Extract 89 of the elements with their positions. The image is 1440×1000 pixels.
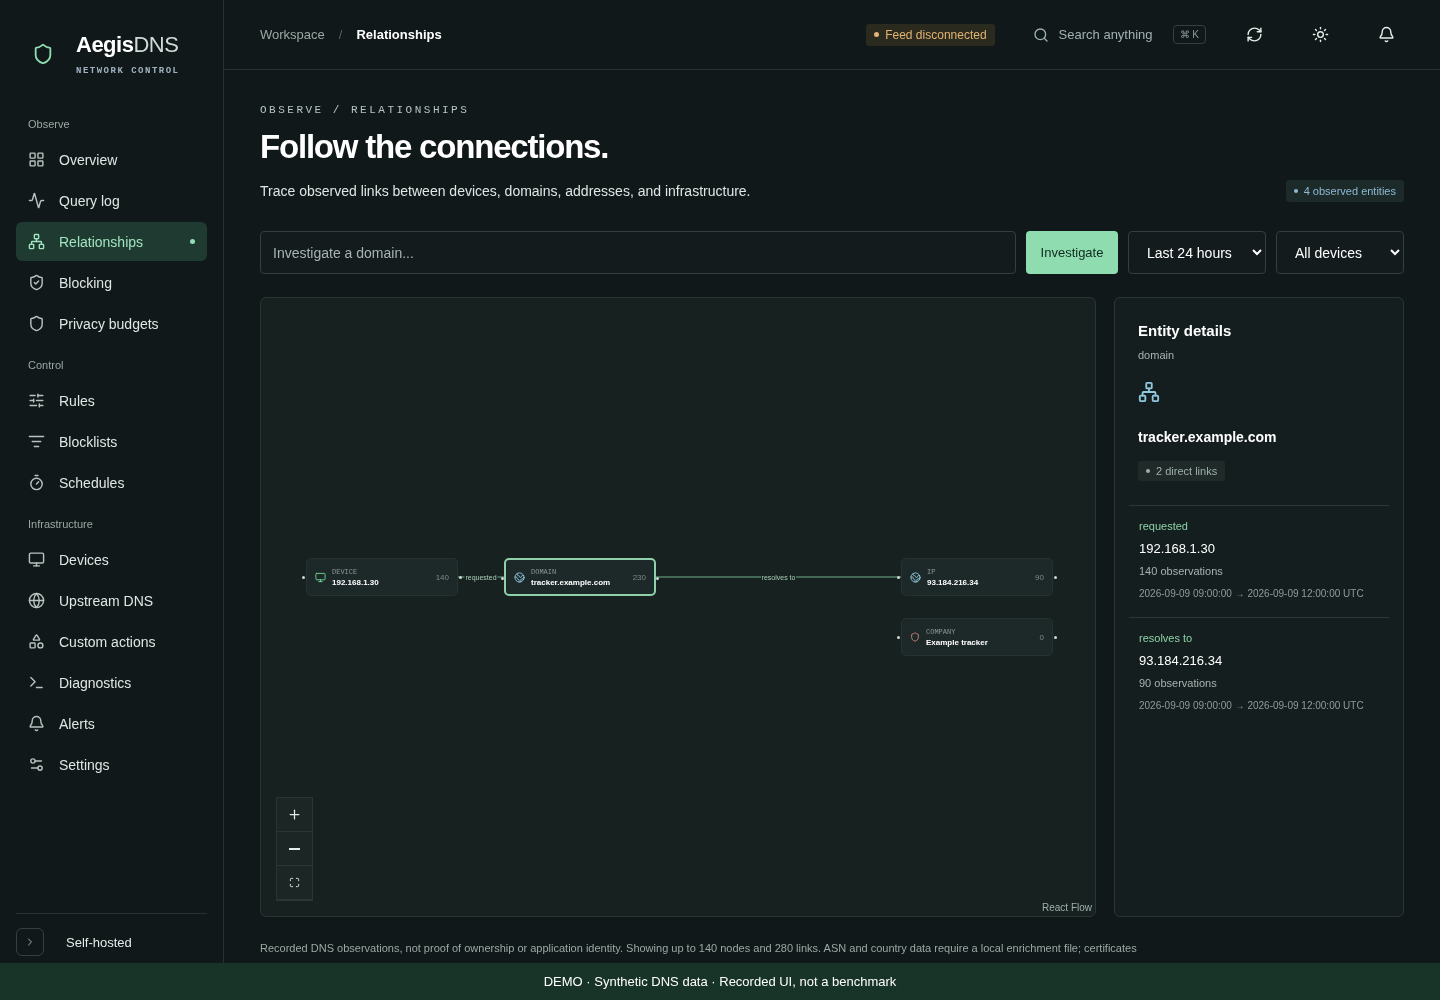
monitor-icon — [28, 551, 45, 568]
refresh-icon — [1245, 26, 1263, 43]
entity-count-badge: 4 observed entities — [1285, 180, 1404, 202]
nav-group-title: Observe — [27, 117, 71, 132]
nav-item[interactable]: Schedules — [16, 463, 207, 502]
node-name: 93.184.216.34 — [927, 577, 979, 587]
breadcrumb-separator: / — [338, 27, 343, 42]
network-icon — [28, 233, 45, 250]
active-dot — [190, 239, 195, 244]
nav-item[interactable]: Relationships — [16, 222, 207, 261]
relation-label: requested — [1139, 520, 1189, 532]
link-target: 192.168.1.30 — [1139, 541, 1216, 556]
globe-icon — [910, 571, 921, 583]
filter-icon — [28, 433, 45, 450]
attribution-link[interactable]: React Flow — [1042, 902, 1092, 913]
observation-count: 90 observations — [1139, 677, 1218, 689]
page-title: Follow the connections. — [260, 128, 610, 166]
host-mode-label: Self-hosted — [66, 934, 132, 950]
node-count: 230 — [632, 572, 646, 582]
sliders-icon — [28, 392, 45, 409]
nav-item[interactable]: Query log — [16, 181, 207, 220]
status-badge: Feed disconnected — [866, 23, 995, 46]
bell-icon — [28, 715, 45, 732]
settings-icon — [28, 756, 45, 773]
node-name: tracker.example.com — [531, 577, 611, 587]
breadcrumb-link[interactable]: Relationships — [356, 27, 442, 42]
monitor-icon — [315, 571, 326, 583]
panel-title: Entity details — [1137, 322, 1233, 339]
globe-icon — [28, 592, 45, 609]
shield-icon — [910, 632, 920, 642]
zoom-in-button[interactable] — [277, 798, 312, 832]
links-badge: 2 direct links — [1138, 461, 1226, 481]
domain-input[interactable]: Investigate a domain... — [260, 231, 1016, 274]
shortcut-key: ⌘ K — [1172, 25, 1206, 44]
nav-item[interactable]: Alerts — [16, 704, 207, 743]
shield-check-icon — [28, 274, 45, 291]
nav-item[interactable]: Devices — [16, 540, 207, 579]
plus-icon — [287, 807, 302, 822]
nav-item[interactable]: Rules — [16, 381, 207, 420]
expand-button[interactable] — [16, 928, 44, 956]
demo-banner: DEMO · Synthetic DNS data · Recorded UI, not a benchmark — [0, 963, 1440, 1000]
nav-item[interactable]: Upstream DNS — [16, 581, 207, 620]
device-select[interactable]: All devices — [1276, 231, 1404, 274]
nav-group-title: Control — [27, 358, 65, 373]
brand-tagline: NETWORK CONTROL — [76, 66, 180, 76]
node-count: 0 — [1039, 632, 1044, 642]
entity-name: tracker.example.com — [1137, 429, 1278, 445]
page-subtitle: Trace observed links between devices, domains, addresses, and infrastructure. — [260, 183, 751, 199]
network-icon — [1138, 381, 1160, 403]
nav-item[interactable]: Privacy budgets — [16, 304, 207, 343]
minus-icon — [289, 847, 300, 850]
observation-count: 140 observations — [1139, 565, 1224, 577]
zoom-out-button[interactable] — [277, 832, 312, 866]
node-name: 192.168.1.30 — [332, 577, 379, 587]
investigate-button[interactable]: Investigate — [1026, 231, 1118, 274]
search-field[interactable]: Search anything — [1058, 27, 1153, 42]
sun-icon — [1311, 26, 1329, 43]
grid-icon — [28, 151, 45, 168]
shield-icon — [28, 315, 45, 332]
shield-logo-icon — [32, 43, 54, 65]
time-range-select[interactable]: Last 24 hours — [1128, 231, 1266, 274]
nav-item[interactable]: Overview — [16, 140, 207, 179]
nav-item[interactable]: Blocking — [16, 263, 207, 302]
nav-item[interactable]: Settings — [16, 745, 207, 784]
search-icon — [1032, 26, 1049, 43]
time-range: 2026-09-09 09:00:00 → 2026-09-09 12:00:00 UTC — [1139, 587, 1365, 601]
node-count: 90 — [1035, 572, 1044, 582]
activity-icon — [28, 192, 45, 209]
shapes-icon — [28, 633, 45, 650]
nav-item[interactable]: Blocklists — [16, 422, 207, 461]
nav-item[interactable]: Custom actions — [16, 622, 207, 661]
brand-name: AegisDNS — [76, 32, 180, 58]
entity-kind: domain — [1137, 349, 1176, 361]
relation-label: resolves to — [1139, 632, 1194, 644]
nav-group-title: Infrastructure — [27, 517, 94, 532]
page-eyebrow: OBSERVE / RELATIONSHIPS — [260, 104, 471, 116]
time-range: 2026-09-09 09:00:00 → 2026-09-09 12:00:00 UTC — [1139, 699, 1365, 713]
fit-view-icon — [289, 877, 300, 888]
timer-icon — [28, 474, 45, 491]
fit-view-button[interactable] — [277, 866, 312, 900]
nav-item[interactable]: Diagnostics — [16, 663, 207, 702]
globe-icon — [514, 571, 525, 583]
node-count: 140 — [435, 572, 449, 582]
footnote: Recorded DNS observations, not proof of ownership or application identity. Showing up to 140 nodes and 280 links. ASN and country data require a local enrichment file; certificates — [260, 942, 1138, 954]
node-name: Example tracker — [926, 637, 988, 647]
terminal-icon — [28, 674, 45, 691]
breadcrumb-link[interactable]: Workspace — [260, 27, 325, 42]
bell-icon — [1377, 26, 1395, 43]
link-target: 93.184.216.34 — [1139, 653, 1224, 668]
